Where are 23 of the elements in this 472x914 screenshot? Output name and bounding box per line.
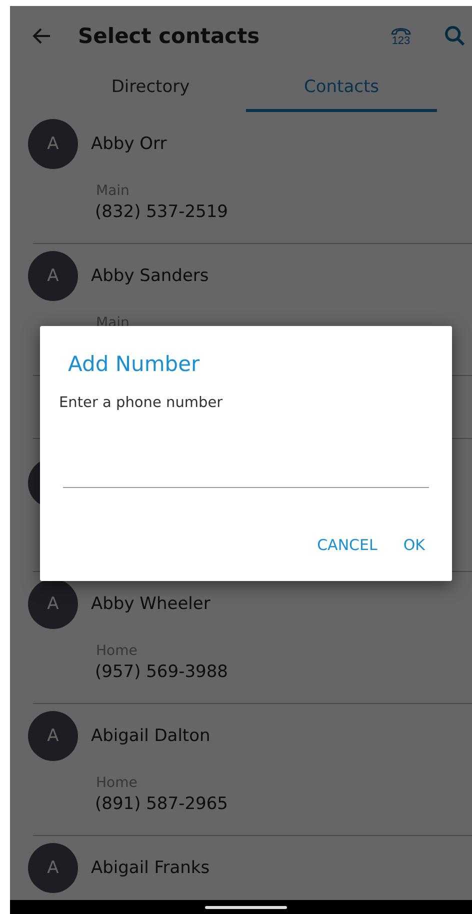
phone-number[interactable]: (891) 587-2965 xyxy=(95,792,472,816)
contact-avatar: A xyxy=(28,579,78,629)
phone-number[interactable]: (957) 569-3988 xyxy=(95,660,472,684)
screen-title: Select contacts xyxy=(78,24,261,48)
contact-avatar: A xyxy=(28,251,78,301)
phone-number[interactable]: (832) 537-2519 xyxy=(95,200,472,224)
dialog-message: Enter a phone number xyxy=(59,395,224,411)
dialog-button[interactable]: CANCEL xyxy=(313,528,382,562)
tab[interactable]: Directory xyxy=(55,65,246,112)
contact-name[interactable]: Abby Wheeler xyxy=(91,594,210,614)
dialog-button[interactable]: OK xyxy=(399,528,429,562)
dialpad-button[interactable]: 123 xyxy=(390,26,412,46)
contact-avatar: A xyxy=(28,119,78,169)
contact-name[interactable]: Abigail Franks xyxy=(91,858,210,878)
contact-avatar: A xyxy=(28,843,78,893)
contact-name[interactable]: Abby Orr xyxy=(91,134,167,154)
contact-avatar: A xyxy=(28,711,78,761)
contact-name[interactable]: Abigail Dalton xyxy=(91,726,210,746)
handset-icon xyxy=(390,26,412,36)
tab[interactable]: Contacts xyxy=(246,65,437,112)
contact-name[interactable]: Abby Sanders xyxy=(91,266,209,286)
home-handle[interactable] xyxy=(205,906,287,909)
dialog-title: Add Number xyxy=(68,351,201,378)
